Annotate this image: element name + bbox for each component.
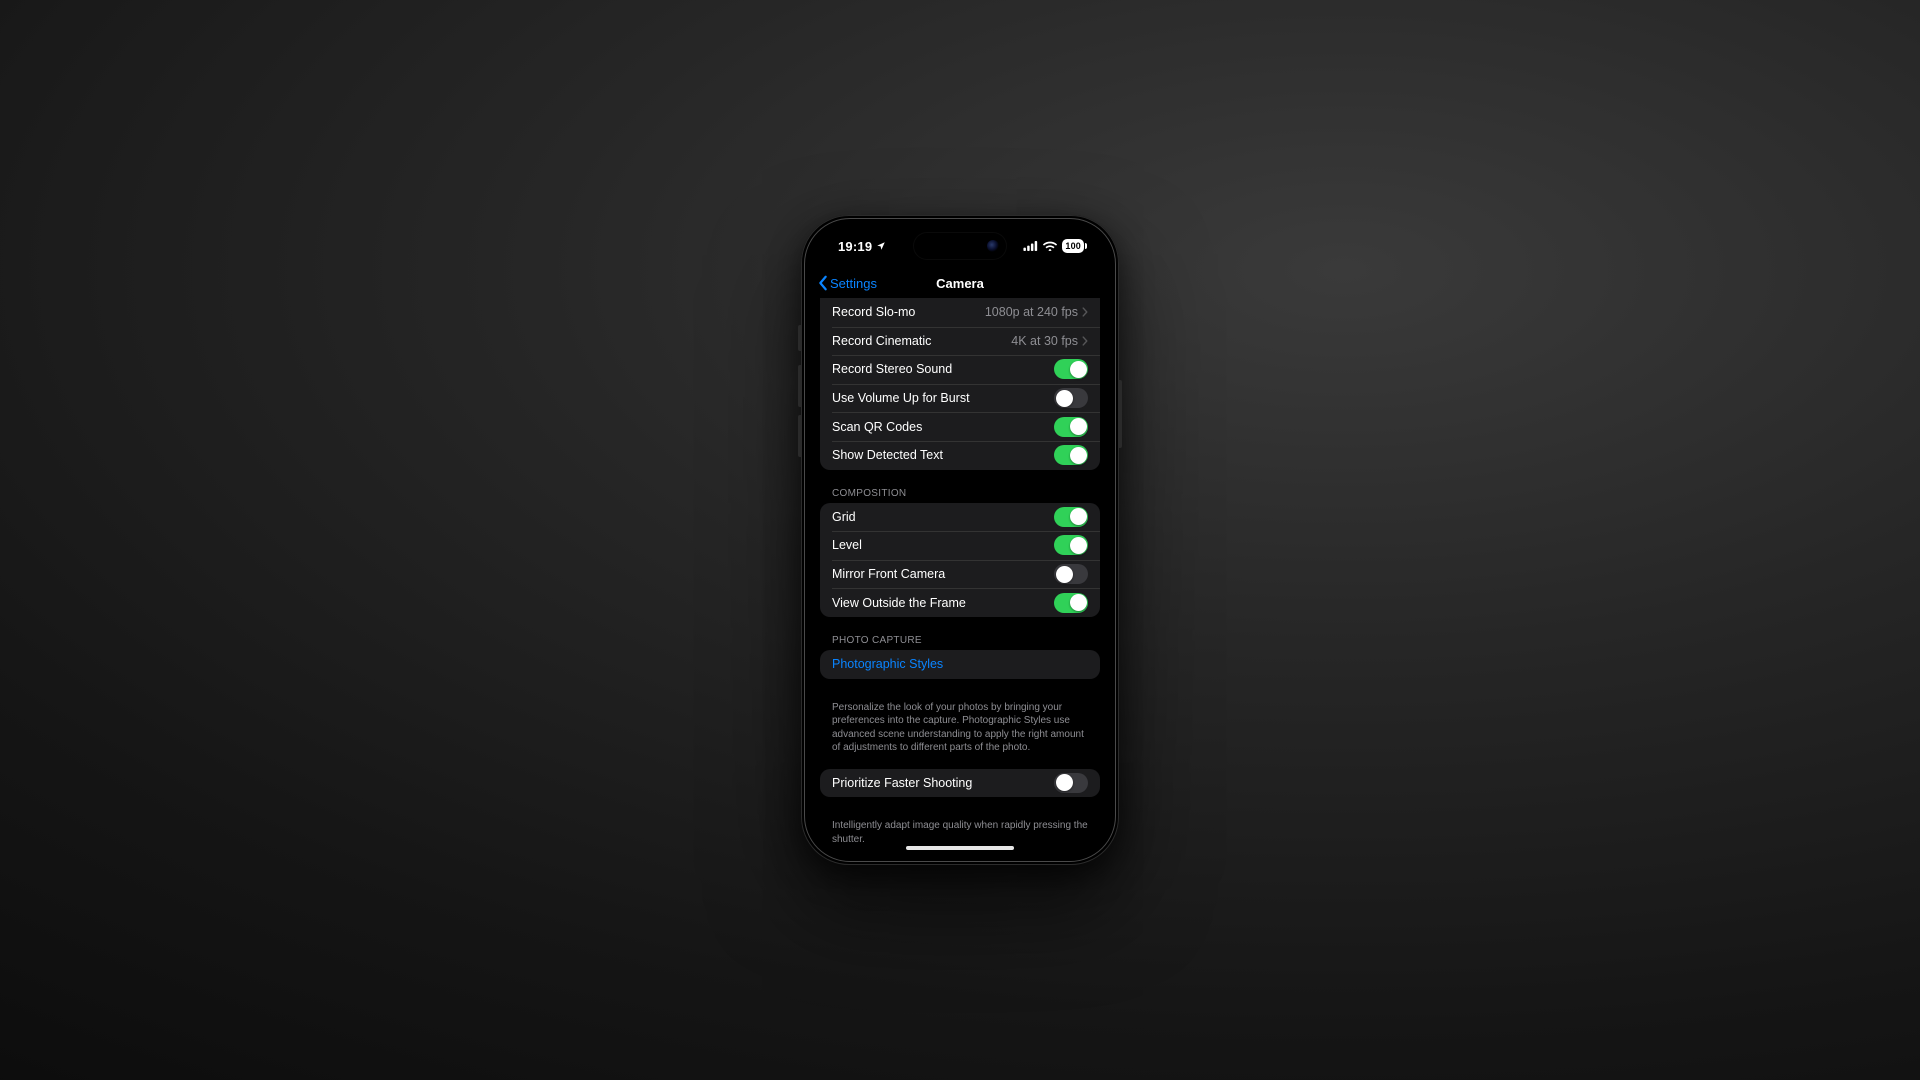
chevron-right-icon [1082,307,1088,317]
footer-photographic-styles: Personalize the look of your photos by b… [810,697,1110,755]
header-photo-capture: Photo Capture [810,635,1110,650]
row-label: Prioritize Faster Shooting [832,776,1054,790]
settings-row[interactable]: Record Slo-mo1080p at 240 fps [820,298,1100,327]
footer-prioritize: Intelligently adapt image quality when r… [810,815,1110,846]
cell-signal-icon [1023,241,1038,251]
phone-frame: 19:19 100 Settings Camera Record Slo-mo1… [801,215,1119,865]
row-label: View Outside the Frame [832,596,1054,610]
back-label: Settings [830,276,877,291]
back-button[interactable]: Settings [818,275,877,291]
page-title: Camera [936,276,984,291]
dynamic-island [914,233,1006,259]
settings-scroll[interactable]: Record Slo-mo1080p at 240 fpsRecord Cine… [810,298,1110,856]
row-label: Scan QR Codes [832,420,1054,434]
nav-bar: Settings Camera [810,268,1110,298]
row-label: Level [832,538,1054,552]
toggle-switch[interactable] [1054,593,1088,613]
settings-row[interactable]: Level [820,531,1100,560]
home-indicator[interactable] [906,846,1014,850]
group-photographic-styles: Photographic Styles [820,650,1100,679]
settings-row[interactable]: Prioritize Faster Shooting [820,769,1100,798]
status-time: 19:19 [838,239,872,254]
row-label: Grid [832,510,1054,524]
toggle-switch[interactable] [1054,417,1088,437]
toggle-switch[interactable] [1054,445,1088,465]
toggle-switch[interactable] [1054,388,1088,408]
toggle-switch[interactable] [1054,773,1088,793]
settings-row[interactable]: Scan QR Codes [820,412,1100,441]
toggle-switch[interactable] [1054,507,1088,527]
row-label: Use Volume Up for Burst [832,391,1054,405]
row-value: 4K at 30 fps [1011,334,1078,348]
row-label: Record Cinematic [832,334,1011,348]
photographic-styles-link[interactable]: Photographic Styles [820,650,1100,679]
settings-row[interactable]: Grid [820,503,1100,532]
settings-row[interactable]: Record Stereo Sound [820,355,1100,384]
settings-row[interactable]: Mirror Front Camera [820,560,1100,589]
toggle-switch[interactable] [1054,535,1088,555]
header-composition: Composition [810,488,1110,503]
settings-row[interactable]: Record Cinematic4K at 30 fps [820,327,1100,356]
row-label: Record Slo-mo [832,305,985,319]
group-prioritize: Prioritize Faster Shooting [820,769,1100,798]
row-label: Show Detected Text [832,448,1054,462]
row-value: 1080p at 240 fps [985,305,1078,319]
settings-row[interactable]: Show Detected Text [820,441,1100,470]
row-label: Mirror Front Camera [832,567,1054,581]
settings-row[interactable]: View Outside the Frame [820,588,1100,617]
screen: 19:19 100 Settings Camera Record Slo-mo1… [810,224,1110,856]
chevron-left-icon [818,275,828,291]
row-label: Record Stereo Sound [832,362,1054,376]
battery-indicator: 100 [1062,239,1084,253]
group-composition: Grid Level Mirror Front Camera View Outside… [820,503,1100,617]
toggle-switch[interactable] [1054,564,1088,584]
toggle-switch[interactable] [1054,359,1088,379]
location-icon [876,241,886,251]
wifi-icon [1043,241,1057,251]
group-recording: Record Slo-mo1080p at 240 fpsRecord Cine… [820,298,1100,470]
settings-row[interactable]: Use Volume Up for Burst [820,384,1100,413]
chevron-right-icon [1082,336,1088,346]
